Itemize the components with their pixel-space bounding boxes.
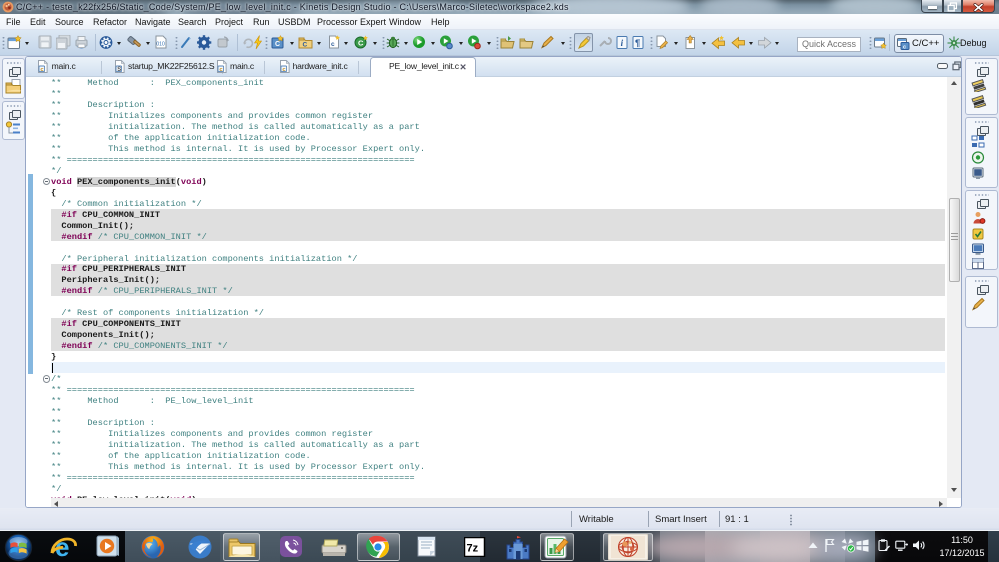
svg-text:C: C [275, 41, 280, 48]
svg-text:¶: ¶ [635, 38, 640, 49]
svg-text:c: c [331, 41, 335, 48]
svg-text:010: 010 [156, 42, 165, 48]
svg-text:C: C [303, 42, 308, 49]
svg-text:S: S [117, 67, 121, 73]
svg-text:7z: 7z [467, 543, 479, 555]
svg-text:C: C [358, 38, 364, 47]
svg-text:c: c [903, 45, 906, 51]
